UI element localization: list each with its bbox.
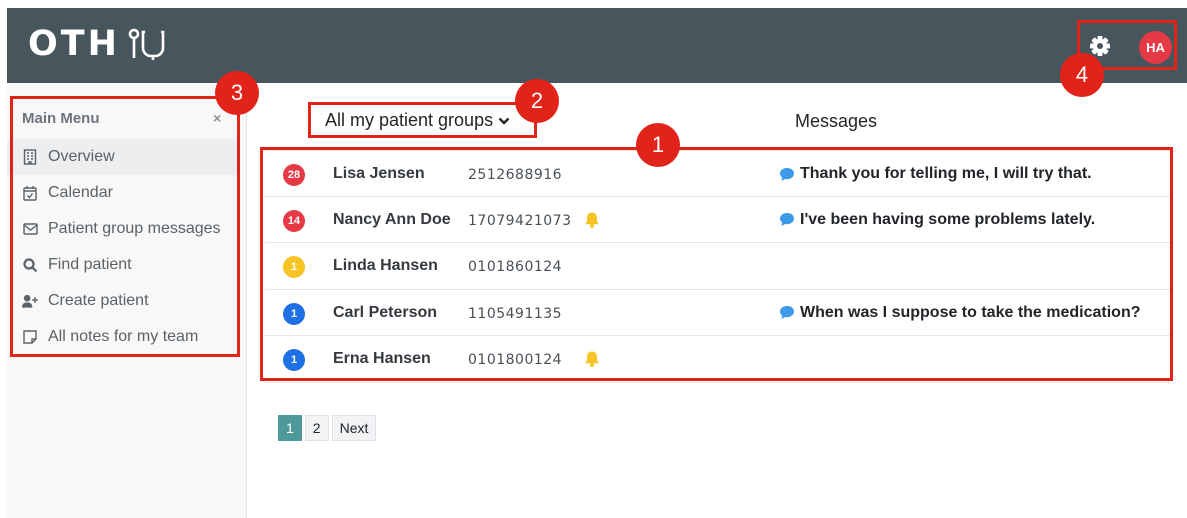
stethoscope-icon bbox=[128, 28, 170, 60]
building-icon bbox=[22, 149, 38, 165]
app-logo[interactable]: OTH bbox=[28, 23, 170, 65]
speech-bubble-icon bbox=[780, 213, 794, 226]
envelope-icon bbox=[22, 221, 38, 237]
unread-count-badge: 14 bbox=[283, 209, 305, 232]
messages-column-header: Messages bbox=[795, 111, 878, 131]
patient-group-dropdown[interactable]: All my patient groups bbox=[325, 110, 510, 131]
message-text: I've been having some problems lately. bbox=[800, 210, 1096, 228]
message-text: Thank you for telling me, I will try tha… bbox=[800, 165, 1092, 182]
top-bar: OTH HA bbox=[7, 8, 1187, 83]
menu-item-label: All notes for my team bbox=[48, 328, 199, 345]
unread-count-badge: 1 bbox=[283, 302, 305, 325]
patient-id: 0101860124 bbox=[468, 259, 563, 275]
menu-item-create-patient[interactable]: Create patient bbox=[7, 283, 240, 319]
bell-icon bbox=[583, 350, 601, 368]
table-row[interactable]: 1 Carl Peterson 1105491135 When was I su… bbox=[265, 289, 1170, 336]
chevron-down-icon bbox=[498, 117, 510, 125]
patient-id: 17079421073 bbox=[468, 212, 572, 229]
menu-title: Main Menu bbox=[22, 110, 100, 127]
page-button-1[interactable]: 1 bbox=[278, 415, 302, 441]
table-row[interactable]: 1 Linda Hansen 0101860124 bbox=[265, 243, 1170, 290]
user-plus-icon bbox=[22, 293, 38, 309]
menu-item-find-patient[interactable]: Find patient bbox=[7, 247, 240, 283]
annotation-marker-1: 1 bbox=[636, 123, 680, 167]
speech-bubble-icon bbox=[780, 306, 794, 319]
note-icon bbox=[22, 329, 38, 345]
search-icon bbox=[22, 257, 38, 273]
menu-item-calendar[interactable]: Calendar bbox=[7, 175, 240, 211]
table-row[interactable]: 1 Erna Hansen 0101800124 bbox=[265, 336, 1170, 383]
last-message[interactable]: When was I suppose to take the medicatio… bbox=[779, 304, 1141, 322]
unread-count-badge: 1 bbox=[283, 256, 305, 278]
patient-name[interactable]: Nancy Ann Doe bbox=[333, 211, 451, 229]
page-button-2[interactable]: 2 bbox=[304, 415, 329, 441]
user-avatar[interactable]: HA bbox=[1139, 31, 1172, 64]
menu-item-label: Find patient bbox=[48, 256, 132, 273]
patient-table: 28 Lisa Jensen 2512688916 Thank you for … bbox=[265, 150, 1170, 383]
menu-item-label: Create patient bbox=[48, 292, 149, 309]
patient-name[interactable]: Lisa Jensen bbox=[333, 165, 425, 183]
last-message[interactable]: Thank you for telling me, I will try tha… bbox=[779, 165, 1092, 183]
annotation-marker-4: 4 bbox=[1060, 53, 1104, 97]
logo-text: OTH bbox=[28, 24, 120, 64]
pagination: 1 2 Next bbox=[278, 415, 377, 441]
table-row[interactable]: 28 Lisa Jensen 2512688916 Thank you for … bbox=[265, 150, 1170, 197]
main-menu-sidebar: Main Menu × Overview Calendar Patient gr… bbox=[7, 83, 247, 518]
patient-name[interactable]: Carl Peterson bbox=[333, 304, 437, 322]
bell-icon bbox=[583, 211, 601, 229]
menu-item-all-notes[interactable]: All notes for my team bbox=[7, 319, 240, 355]
speech-bubble-icon bbox=[780, 167, 794, 181]
patient-id: 1105491135 bbox=[468, 305, 563, 322]
close-icon[interactable]: × bbox=[213, 110, 221, 126]
calendar-check-icon bbox=[22, 185, 38, 201]
patient-id: 0101800124 bbox=[468, 352, 563, 368]
patient-id: 2512688916 bbox=[468, 167, 563, 183]
unread-count-badge: 1 bbox=[283, 349, 305, 371]
menu-item-label: Overview bbox=[48, 148, 115, 165]
menu-item-overview[interactable]: Overview bbox=[7, 139, 240, 175]
menu-item-patient-group-messages[interactable]: Patient group messages bbox=[7, 211, 240, 247]
unread-count-badge: 28 bbox=[283, 164, 305, 186]
message-text: When was I suppose to take the medicatio… bbox=[800, 303, 1141, 321]
patient-name[interactable]: Erna Hansen bbox=[333, 350, 431, 368]
annotation-marker-3: 3 bbox=[215, 71, 259, 115]
patient-name[interactable]: Linda Hansen bbox=[333, 257, 438, 275]
menu-item-label: Calendar bbox=[48, 184, 113, 201]
annotation-marker-2: 2 bbox=[515, 79, 559, 123]
patient-group-label: All my patient groups bbox=[325, 110, 494, 130]
next-page-button[interactable]: Next bbox=[331, 415, 377, 441]
menu-item-label: Patient group messages bbox=[48, 220, 221, 237]
table-row[interactable]: 14 Nancy Ann Doe 17079421073 I've been h… bbox=[265, 196, 1170, 243]
last-message[interactable]: I've been having some problems lately. bbox=[779, 211, 1095, 229]
